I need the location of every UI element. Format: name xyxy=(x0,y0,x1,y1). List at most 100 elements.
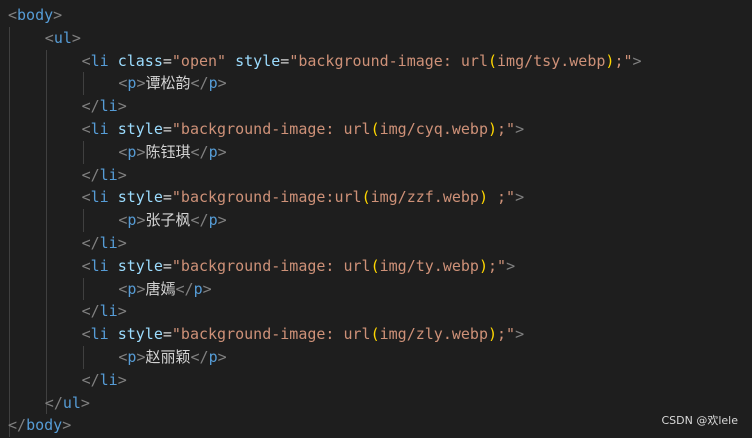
code-token-tag: p xyxy=(208,211,218,230)
code-token-punc: </ xyxy=(44,393,63,412)
code-line: </ul> xyxy=(45,392,90,414)
code-token-eq: = xyxy=(280,51,290,70)
code-token-punc: > xyxy=(117,302,127,321)
code-token-punc: > xyxy=(117,234,127,252)
code-token-punc: > xyxy=(71,28,81,47)
watermark: CSDN @欢lele xyxy=(661,414,738,427)
code-token-str: img/cyq.webp xyxy=(379,120,488,138)
code-token-attr: style xyxy=(117,188,163,207)
code-token-punc: </ xyxy=(190,211,209,230)
code-editor[interactable]: <body> <ul> <li class="open" style="backgr… xyxy=(0,0,752,438)
code-token-punc: < xyxy=(8,6,18,24)
code-token-str: "background-image: url xyxy=(171,120,371,138)
code-line: <li class="open" style="background-image… xyxy=(82,50,642,72)
code-token-str: ;" xyxy=(488,256,507,275)
indent-guide xyxy=(82,346,84,369)
code-token-tag: li xyxy=(90,51,109,70)
code-token-tag: li xyxy=(99,165,118,184)
code-token-str: "background-image: url xyxy=(171,256,371,275)
code-line: <li style="background-image: url(img/zly… xyxy=(82,323,525,345)
code-token-punc: </ xyxy=(175,279,194,298)
code-token-str: ;" xyxy=(614,51,633,70)
code-line: <p>张子枫</p> xyxy=(118,209,226,231)
code-token-punc: > xyxy=(117,97,127,116)
code-token-punc: </ xyxy=(8,416,27,435)
code-token-punc: > xyxy=(80,393,90,412)
code-token-eq: = xyxy=(162,188,172,207)
code-token-punc: </ xyxy=(81,97,100,116)
code-token-brk: ( xyxy=(370,120,380,138)
code-token-str: img/ty.webp xyxy=(379,256,479,275)
code-token-punc: > xyxy=(217,348,227,366)
code-token-punc: > xyxy=(117,165,127,184)
code-token-punc: </ xyxy=(190,142,209,161)
code-token-str: "background-image:url xyxy=(171,188,362,207)
code-token-str: ;" xyxy=(497,325,516,344)
code-line: </li> xyxy=(82,300,127,322)
code-token-str: ;" xyxy=(488,188,516,207)
code-token-str: "open" xyxy=(171,51,227,70)
code-token-text: 唐嫣 xyxy=(145,279,176,298)
code-token-attr: style xyxy=(235,51,281,70)
code-token-eq: = xyxy=(162,51,172,70)
code-token-punc: > xyxy=(515,188,525,207)
code-line: </li> xyxy=(82,369,127,391)
code-token-tag: li xyxy=(90,120,109,138)
code-token-punc: > xyxy=(217,74,227,93)
code-token-punc: < xyxy=(81,120,91,138)
code-token-punc: < xyxy=(44,28,54,47)
code-token-attr: style xyxy=(117,325,163,344)
code-token-brk: ) xyxy=(478,256,488,275)
code-token-punc: </ xyxy=(81,165,100,184)
code-token-attr: style xyxy=(117,120,163,138)
code-line: <li style="background-image:url(img/zzf.… xyxy=(82,186,525,208)
indent-guide xyxy=(82,277,84,301)
code-token-attr: style xyxy=(117,256,163,275)
indent-guide xyxy=(9,26,10,438)
code-line: <ul> xyxy=(45,27,81,49)
code-token-brk: ( xyxy=(488,51,498,70)
code-token-punc: </ xyxy=(81,370,100,389)
code-token-str: img/zzf.webp xyxy=(370,188,479,207)
code-line: <p>赵丽颖</p> xyxy=(118,346,226,368)
code-token-punc: > xyxy=(202,279,212,298)
code-token-tag: ul xyxy=(62,393,81,412)
code-token-brk: ( xyxy=(370,325,380,344)
code-token-str: img/tsy.webp xyxy=(497,51,606,70)
code-token-punc: > xyxy=(53,6,63,24)
code-token-str: ;" xyxy=(497,120,516,138)
code-token-tag: body xyxy=(26,416,63,435)
code-token-tag: p xyxy=(208,142,218,161)
code-line: </li> xyxy=(82,232,127,254)
code-line: <p>陈钰琪</p> xyxy=(118,141,226,163)
code-token-tag: p xyxy=(208,74,218,93)
code-token-punc: > xyxy=(62,416,72,435)
code-token-punc: > xyxy=(506,256,516,275)
code-token-punc: </ xyxy=(190,74,209,93)
code-token-tag: p xyxy=(208,348,218,366)
code-token-eq: = xyxy=(162,256,172,275)
code-token-tag: li xyxy=(99,97,118,116)
code-token-tag: li xyxy=(99,302,118,321)
code-token-punc: </ xyxy=(81,234,100,252)
code-token-punc: < xyxy=(81,188,91,207)
code-line: </li> xyxy=(82,95,127,117)
code-token-tag: body xyxy=(17,6,54,24)
code-token-eq: = xyxy=(162,120,172,138)
code-token-punc: > xyxy=(217,142,227,161)
code-line: <li style="background-image: url(img/cyq… xyxy=(82,118,525,140)
code-token-str: "background-image: url xyxy=(171,325,371,344)
code-token-text: 赵丽颖 xyxy=(145,348,191,366)
code-token-tag: ul xyxy=(53,28,72,47)
code-token-brk: ) xyxy=(478,188,488,207)
code-token-punc: </ xyxy=(190,348,209,366)
indent-guide xyxy=(82,72,84,96)
code-token-punc: > xyxy=(117,370,127,389)
code-token-text: 张子枫 xyxy=(145,211,191,230)
